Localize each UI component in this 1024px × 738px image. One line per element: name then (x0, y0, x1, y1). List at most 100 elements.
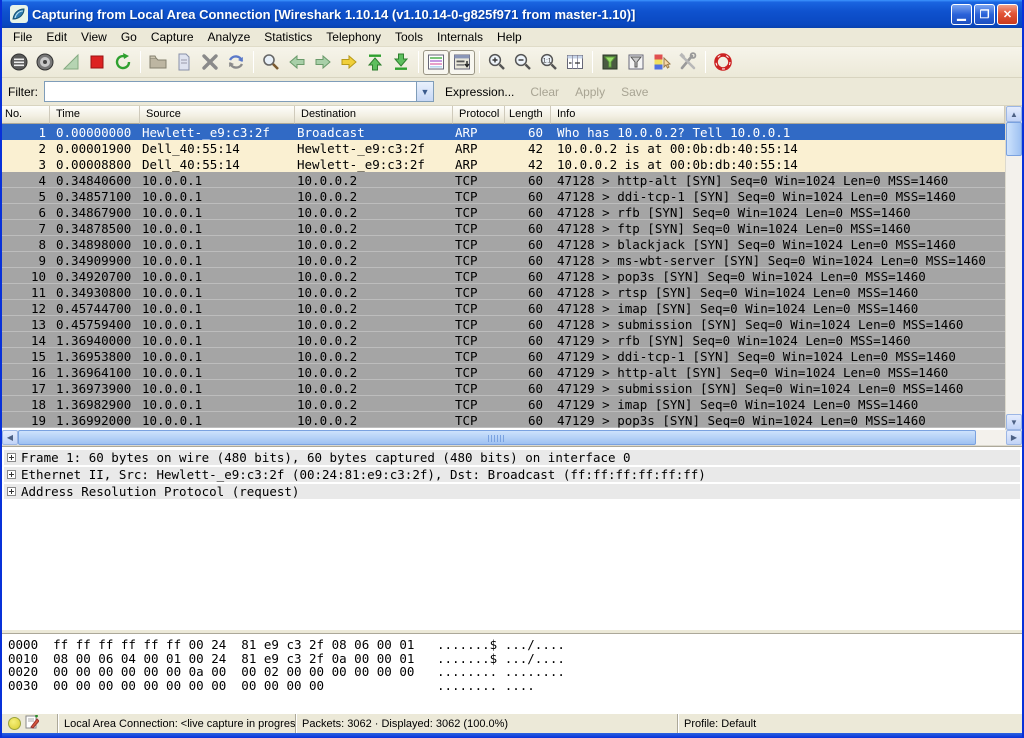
column-header-time[interactable]: Time (50, 106, 140, 124)
packet-row-7[interactable]: 70.3487850010.0.0.110.0.0.2TCP6047128 > … (2, 220, 1005, 236)
save-button[interactable]: Save (616, 83, 653, 101)
title-bar: Capturing from Local Area Connection [Wi… (2, 0, 1022, 28)
menu-statistics[interactable]: Statistics (257, 28, 319, 46)
go-forward-icon[interactable] (310, 50, 336, 75)
find-packet-icon[interactable] (258, 50, 284, 75)
go-to-bottom-icon[interactable] (388, 50, 414, 75)
save-file-icon[interactable] (171, 50, 197, 75)
preferences-icon[interactable] (675, 50, 701, 75)
packet-row-13[interactable]: 130.4575940010.0.0.110.0.0.2TCP6047128 >… (2, 316, 1005, 332)
vertical-scroll-track[interactable] (1006, 122, 1022, 414)
clear-button[interactable]: Clear (525, 83, 564, 101)
column-header-protocol[interactable]: Protocol (453, 106, 505, 124)
packet-list-vertical-scrollbar[interactable]: ▲ ▼ (1005, 106, 1022, 430)
filter-dropdown-arrow-icon[interactable]: ▼ (416, 82, 433, 101)
expert-info-icon[interactable] (8, 717, 21, 730)
scroll-down-icon[interactable]: ▼ (1006, 414, 1022, 430)
scroll-up-icon[interactable]: ▲ (1006, 106, 1022, 122)
scroll-right-icon[interactable]: ▶ (1006, 430, 1022, 445)
minimize-button[interactable]: ▁ (951, 4, 972, 25)
menu-tools[interactable]: Tools (388, 28, 430, 46)
restore-button[interactable]: ❐ (974, 4, 995, 25)
toolbar-separator (479, 51, 480, 73)
packet-row-8[interactable]: 80.3489800010.0.0.110.0.0.2TCP6047128 > … (2, 236, 1005, 252)
horizontal-scroll-track[interactable] (18, 430, 1006, 445)
expander-plus-icon[interactable] (7, 487, 16, 496)
packet-list-horizontal-scrollbar[interactable]: ◀ ▶ (2, 430, 1022, 446)
go-to-packet-icon[interactable] (336, 50, 362, 75)
zoom-100-icon[interactable]: 1:1 (536, 50, 562, 75)
packet-row-2[interactable]: 20.00001900Dell_40:55:14Hewlett-_e9:c3:2… (2, 140, 1005, 156)
hex-line-0[interactable]: 0000 ff ff ff ff ff ff 00 24 81 e9 c3 2f… (8, 638, 1016, 652)
go-to-top-icon[interactable] (362, 50, 388, 75)
expander-plus-icon[interactable] (7, 470, 16, 479)
menu-capture[interactable]: Capture (144, 28, 201, 46)
packet-row-19[interactable]: 191.3699200010.0.0.110.0.0.2TCP6047129 >… (2, 412, 1005, 428)
column-header-destination[interactable]: Destination (295, 106, 453, 124)
hex-line-1[interactable]: 0010 08 00 06 04 00 01 00 24 81 e9 c3 2f… (8, 652, 1016, 666)
autoscroll-toggle-icon[interactable] (449, 50, 475, 75)
expression-button[interactable]: Expression... (440, 83, 519, 101)
packet-row-14[interactable]: 141.3694000010.0.0.110.0.0.2TCP6047129 >… (2, 332, 1005, 348)
zoom-in-icon[interactable] (484, 50, 510, 75)
detail-row-0[interactable]: Frame 1: 60 bytes on wire (480 bits), 60… (4, 450, 1020, 465)
packet-row-5[interactable]: 50.3485710010.0.0.110.0.0.2TCP6047128 > … (2, 188, 1005, 204)
packet-row-6[interactable]: 60.3486790010.0.0.110.0.0.2TCP6047128 > … (2, 204, 1005, 220)
capture-options-icon[interactable] (32, 50, 58, 75)
menu-view[interactable]: View (74, 28, 114, 46)
column-header-length[interactable]: Length (505, 106, 551, 124)
menu-file[interactable]: File (6, 28, 39, 46)
help-icon[interactable] (710, 50, 736, 75)
resize-columns-icon[interactable] (562, 50, 588, 75)
coloring-rules-icon[interactable] (649, 50, 675, 75)
menu-go[interactable]: Go (114, 28, 144, 46)
zoom-out-icon[interactable] (510, 50, 536, 75)
start-capture-icon[interactable] (58, 50, 84, 75)
capture-filter-icon[interactable] (597, 50, 623, 75)
menu-help[interactable]: Help (490, 28, 529, 46)
detail-row-2[interactable]: Address Resolution Protocol (request) (4, 484, 1020, 499)
menu-telephony[interactable]: Telephony (319, 28, 388, 46)
toolbar-separator (140, 51, 141, 73)
scroll-left-icon[interactable]: ◀ (2, 430, 18, 445)
packet-row-3[interactable]: 30.00008800Dell_40:55:14Hewlett-_e9:c3:2… (2, 156, 1005, 172)
packet-row-4[interactable]: 40.3484060010.0.0.110.0.0.2TCP6047128 > … (2, 172, 1005, 188)
packet-row-16[interactable]: 161.3696410010.0.0.110.0.0.2TCP6047129 >… (2, 364, 1005, 380)
column-header-source[interactable]: Source (140, 106, 295, 124)
open-file-icon[interactable] (145, 50, 171, 75)
stop-capture-icon[interactable] (84, 50, 110, 75)
hex-line-2[interactable]: 0020 00 00 00 00 00 00 0a 00 00 02 00 00… (8, 665, 1016, 679)
packet-row-10[interactable]: 100.3492070010.0.0.110.0.0.2TCP6047128 >… (2, 268, 1005, 284)
packet-row-15[interactable]: 151.3695380010.0.0.110.0.0.2TCP6047129 >… (2, 348, 1005, 364)
packet-row-17[interactable]: 171.3697390010.0.0.110.0.0.2TCP6047129 >… (2, 380, 1005, 396)
window-title: Capturing from Local Area Connection [Wi… (32, 7, 951, 22)
packet-row-9[interactable]: 90.3490990010.0.0.110.0.0.2TCP6047128 > … (2, 252, 1005, 268)
packet-row-18[interactable]: 181.3698290010.0.0.110.0.0.2TCP6047129 >… (2, 396, 1005, 412)
display-filter-icon[interactable] (623, 50, 649, 75)
vertical-scroll-thumb[interactable] (1006, 122, 1022, 156)
packet-row-12[interactable]: 120.4574470010.0.0.110.0.0.2TCP6047128 >… (2, 300, 1005, 316)
close-button[interactable]: ✕ (997, 4, 1018, 25)
go-back-icon[interactable] (284, 50, 310, 75)
reload-file-icon[interactable] (223, 50, 249, 75)
filter-input[interactable] (45, 82, 416, 101)
detail-row-1[interactable]: Ethernet II, Src: Hewlett-_e9:c3:2f (00:… (4, 467, 1020, 482)
expander-plus-icon[interactable] (7, 453, 16, 462)
packet-row-11[interactable]: 110.3493080010.0.0.110.0.0.2TCP6047128 >… (2, 284, 1005, 300)
menu-analyze[interactable]: Analyze (201, 28, 258, 46)
apply-button[interactable]: Apply (570, 83, 610, 101)
horizontal-scroll-thumb[interactable] (18, 430, 976, 445)
list-interfaces-icon[interactable] (6, 50, 32, 75)
restart-capture-icon[interactable] (110, 50, 136, 75)
menu-edit[interactable]: Edit (39, 28, 74, 46)
close-file-icon[interactable] (197, 50, 223, 75)
main-toolbar: 1:1 (2, 47, 1022, 78)
column-header-info[interactable]: Info (551, 106, 1005, 124)
hex-line-3[interactable]: 0030 00 00 00 00 00 00 00 00 00 00 00 00… (8, 679, 1016, 693)
menu-internals[interactable]: Internals (430, 28, 490, 46)
column-header-no[interactable]: No. (2, 106, 50, 124)
colorize-toggle-icon[interactable] (423, 50, 449, 75)
capture-comment-icon[interactable] (25, 715, 39, 732)
profile-text[interactable]: Profile: Default (678, 714, 1022, 733)
packet-row-1[interactable]: 10.00000000Hewlett-_e9:c3:2fBroadcastARP… (2, 124, 1005, 140)
